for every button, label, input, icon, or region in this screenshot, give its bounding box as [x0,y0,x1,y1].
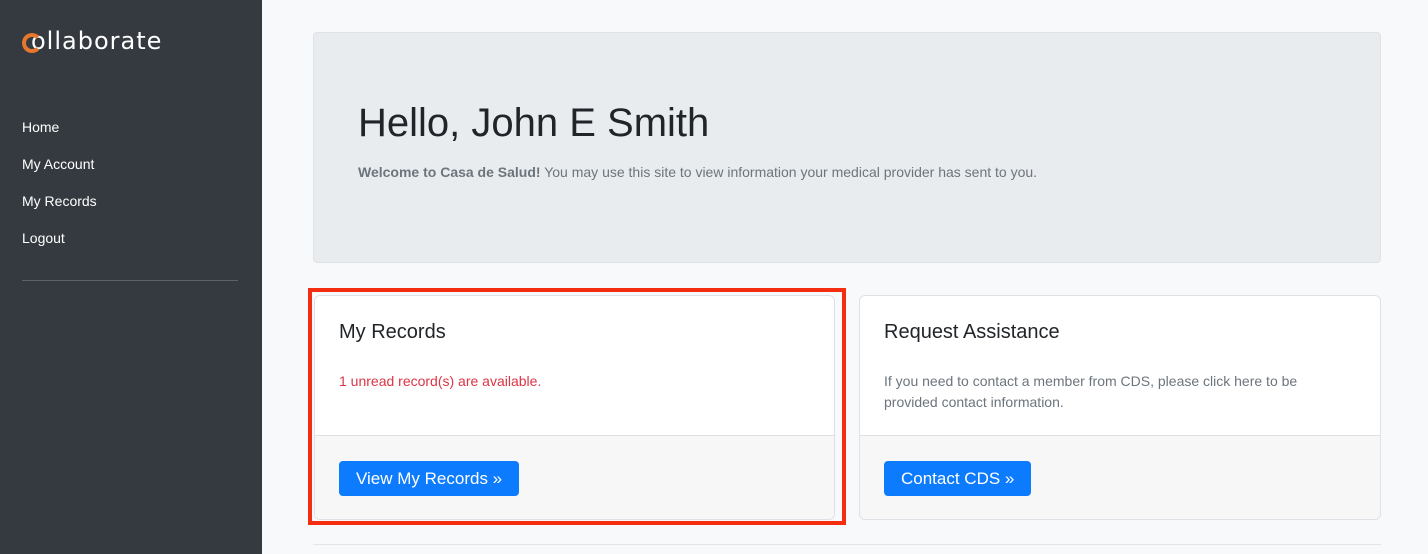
my-records-card: My Records 1 unread record(s) are availa… [314,295,835,520]
request-assistance-card: Request Assistance If you need to contac… [859,295,1381,520]
sidebar-nav: Home My Account My Records Logout [22,116,97,264]
sidebar-item-my-account[interactable]: My Account [22,153,97,190]
sidebar-divider [22,280,238,281]
card-title: My Records [339,321,446,343]
assistance-text: If you need to contact a member from CDS… [884,373,1298,410]
card-title: Request Assistance [884,321,1060,343]
sidebar-item-logout[interactable]: Logout [22,227,97,264]
sidebar-item-home[interactable]: Home [22,116,97,153]
logo-c-icon [22,33,42,53]
welcome-jumbotron: Hello, John E Smith Welcome to Casa de S… [313,32,1381,263]
unread-records-status: 1 unread record(s) are available. [339,373,542,389]
logo-text: ollaborate [31,27,163,55]
page-title: Hello, John E Smith [358,101,710,145]
sidebar-item-my-records[interactable]: My Records [22,190,97,227]
welcome-bold: Welcome to Casa de Salud! [358,164,541,180]
view-my-records-button[interactable]: View My Records » [339,461,520,496]
sidebar: ollaborate Home My Account My Records Lo… [0,0,262,554]
card-footer: Contact CDS » [860,435,1380,519]
card-footer: View My Records » [315,435,834,519]
brand-logo[interactable]: ollaborate [22,26,162,56]
welcome-text: You may use this site to view informatio… [540,164,1038,180]
welcome-message: Welcome to Casa de Salud! You may use th… [358,164,1037,180]
divider [313,544,1381,545]
contact-cds-button[interactable]: Contact CDS » [884,461,1032,496]
